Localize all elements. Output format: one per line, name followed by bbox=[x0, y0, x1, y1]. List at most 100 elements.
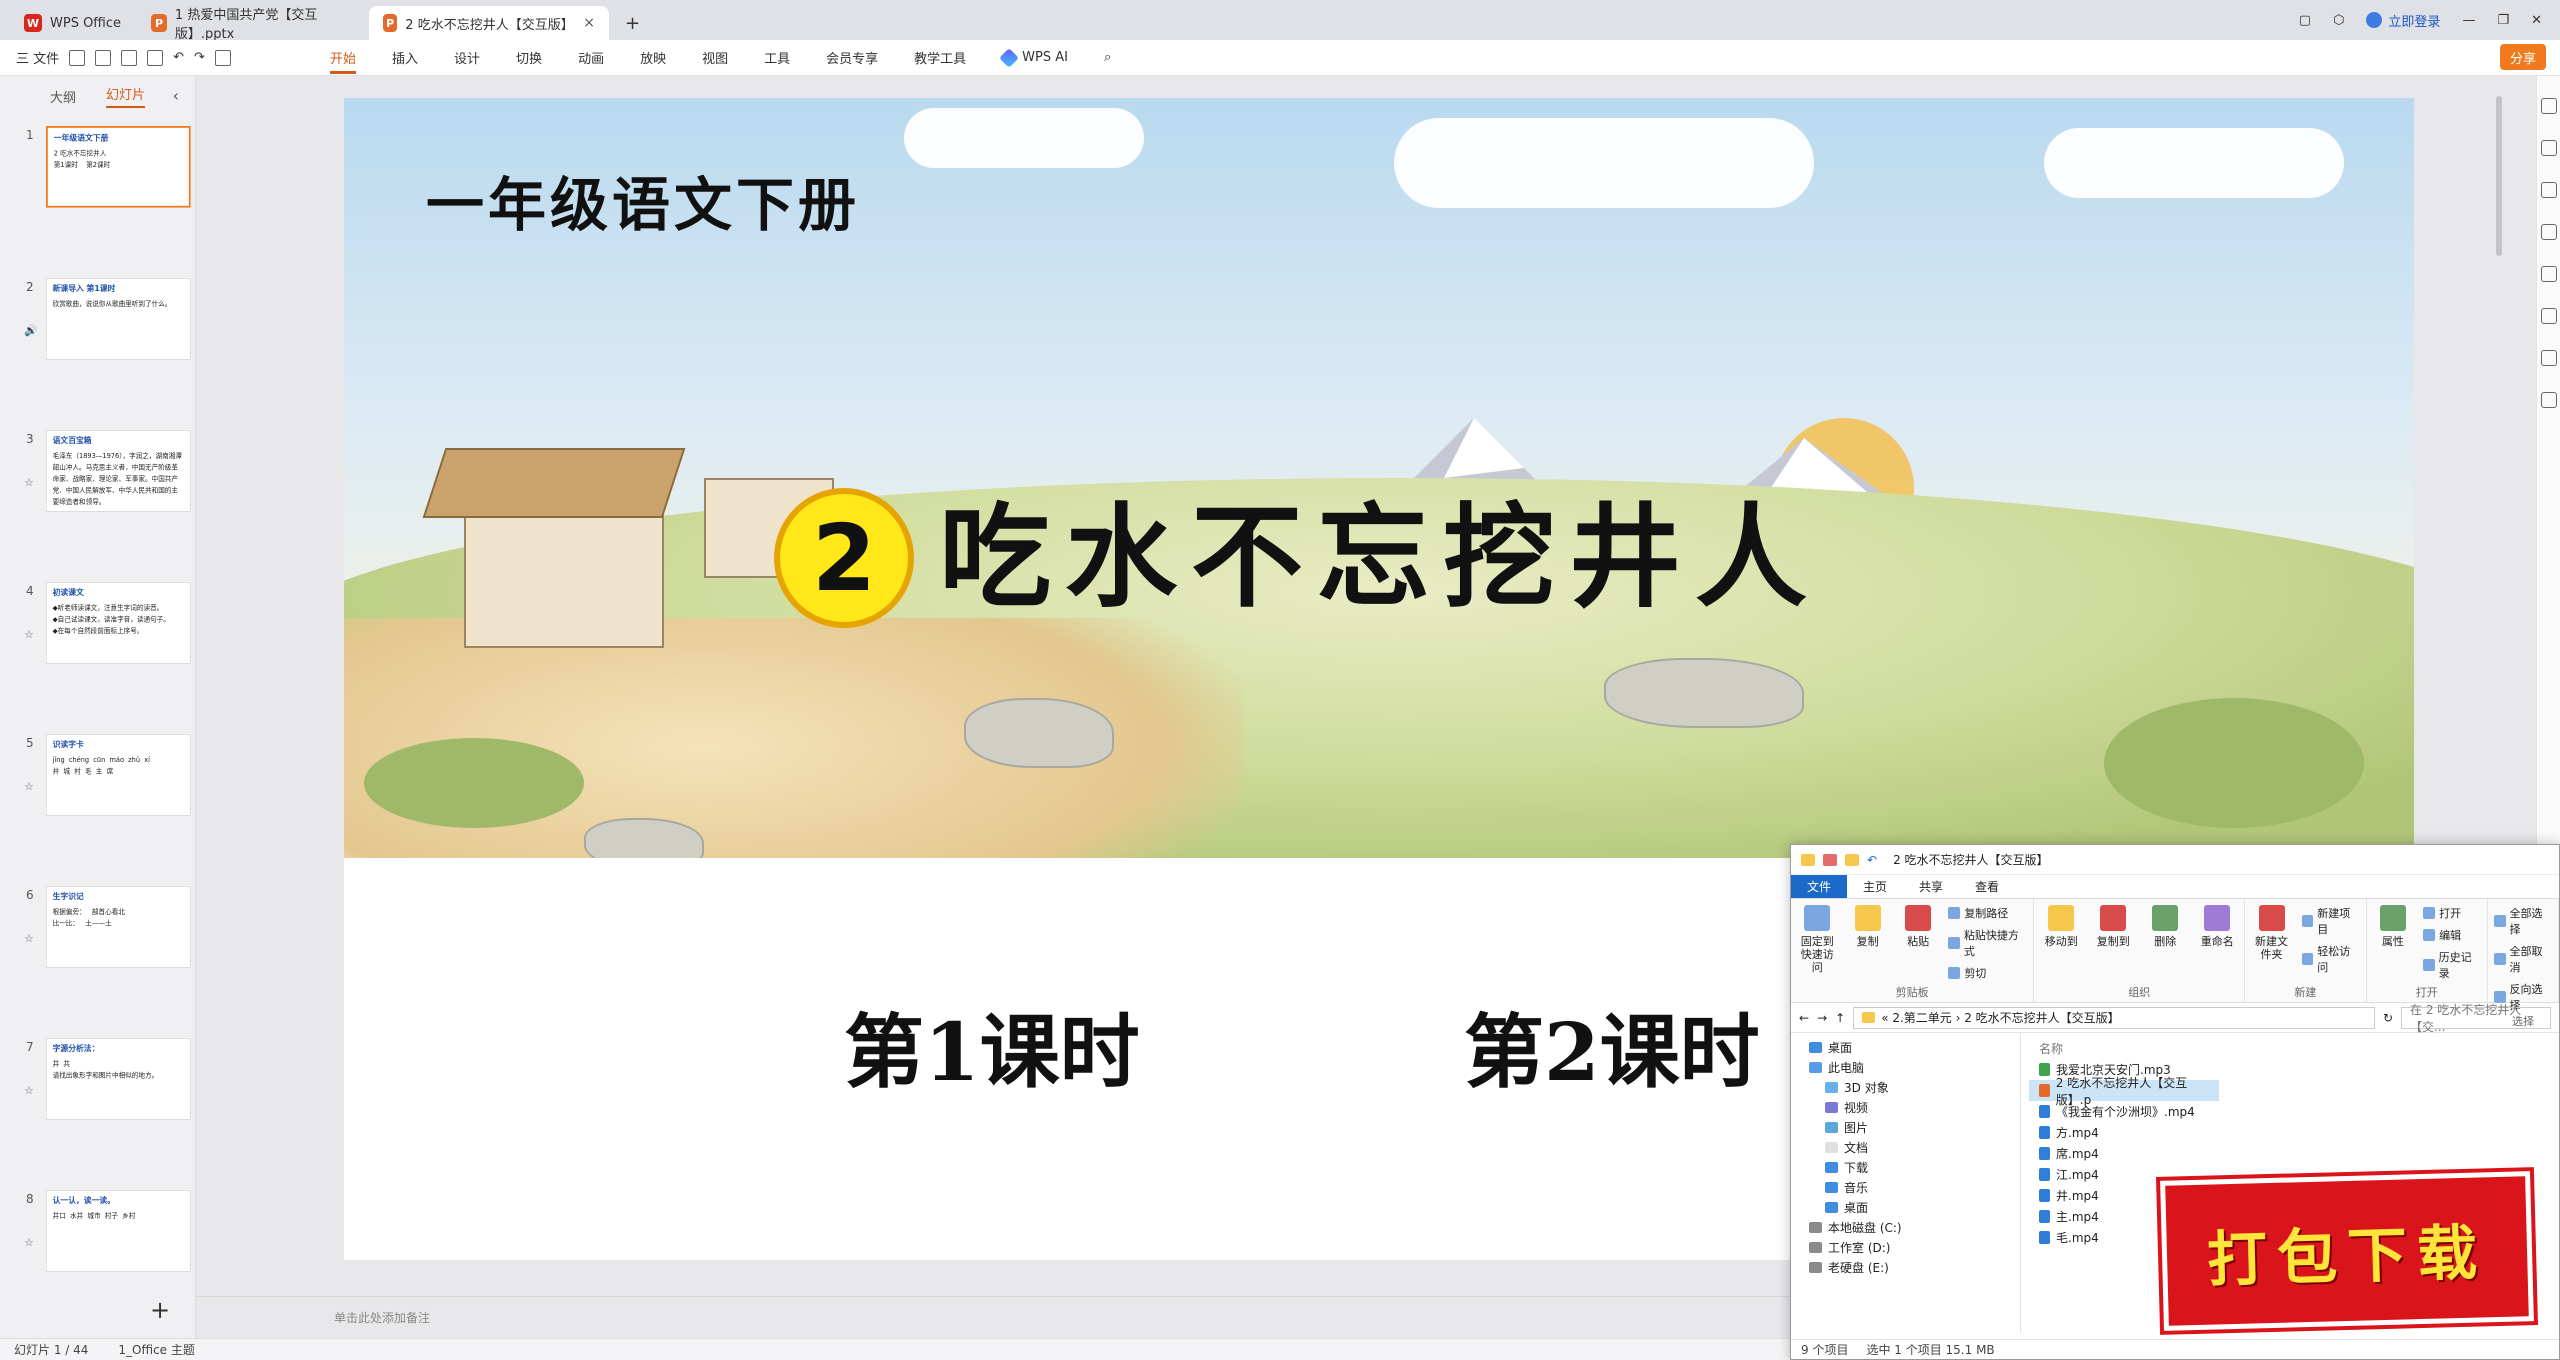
maximize-button[interactable]: ❐ bbox=[2497, 13, 2509, 28]
file-row[interactable]: 方.mp4 bbox=[2029, 1122, 2551, 1143]
ribbon-small-button[interactable]: 新建项目 bbox=[2301, 905, 2360, 937]
ribbon-button[interactable]: 复制 bbox=[1847, 905, 1887, 984]
slide-thumbnail-row[interactable]: 6 ☆ 生字识记 根据偏旁： 部首心看北 比一比： 土——土 bbox=[0, 886, 191, 1024]
ribbon-button[interactable]: 删除 bbox=[2144, 905, 2186, 984]
theme-name[interactable]: 1_Office 主题 bbox=[118, 1341, 194, 1358]
tab-home[interactable]: 主页 bbox=[1847, 875, 1903, 898]
grade-title[interactable]: 一年级语文下册 bbox=[426, 158, 860, 242]
tab-insert[interactable]: 插入 bbox=[392, 48, 418, 67]
new-folder-icon[interactable] bbox=[1845, 853, 1859, 866]
settings-icon[interactable] bbox=[2540, 98, 2557, 114]
nav-item[interactable]: 视频 bbox=[1791, 1097, 2020, 1117]
export-icon[interactable] bbox=[95, 49, 112, 66]
nav-item[interactable]: 3D 对象 bbox=[1791, 1077, 2020, 1097]
ribbon-small-button[interactable]: 编辑 bbox=[2423, 927, 2481, 943]
share-button[interactable]: 分享 bbox=[2499, 44, 2546, 70]
format-painter-icon[interactable] bbox=[214, 49, 231, 66]
tab-slides[interactable]: 幻灯片 bbox=[106, 84, 146, 108]
add-slide-button[interactable]: + bbox=[150, 1296, 170, 1324]
tab-file[interactable]: 文件 bbox=[1791, 875, 1848, 898]
copy-icon[interactable] bbox=[2540, 182, 2557, 198]
redo-icon[interactable]: ↷ bbox=[194, 50, 205, 65]
nav-item[interactable]: 文档 bbox=[1791, 1137, 2020, 1157]
path-field[interactable]: « 2.第二单元 › 2 吃水不忘挖井人【交互版】 bbox=[1853, 1006, 2375, 1029]
ribbon-small-button[interactable]: 打开 bbox=[2423, 905, 2481, 921]
slide-thumbnail[interactable]: 生字识记 根据偏旁： 部首心看北 比一比： 土——土 bbox=[46, 886, 191, 968]
tab-tools[interactable]: 工具 bbox=[764, 48, 790, 67]
tab-outline[interactable]: 大纲 bbox=[50, 87, 76, 106]
nav-item[interactable]: 本地磁盘 (C:) bbox=[1791, 1217, 2020, 1237]
download-package-stamp[interactable]: 打包下载 bbox=[2160, 1171, 2534, 1331]
nav-item[interactable]: 此电脑 bbox=[1791, 1057, 2020, 1077]
lesson-title[interactable]: 吃水不忘挖井人 bbox=[939, 488, 1821, 628]
properties-icon[interactable] bbox=[1823, 853, 1837, 866]
cube-icon[interactable]: ⬡ bbox=[2333, 13, 2344, 28]
ribbon-small-button[interactable]: 复制路径 bbox=[1948, 905, 2027, 921]
save-icon[interactable] bbox=[69, 49, 86, 66]
shape-icon[interactable] bbox=[2540, 266, 2557, 282]
ribbon-small-button[interactable]: 历史记录 bbox=[2423, 949, 2481, 981]
slide-thumbnail-row[interactable]: 3 ☆ 语文百宝箱 毛泽东（1893—1976），字润之，湖南湘潭韶山冲人。马克思主义… bbox=[0, 430, 191, 568]
ribbon-small-button[interactable]: 剪切 bbox=[1948, 965, 2027, 981]
more-icon[interactable] bbox=[2540, 392, 2557, 408]
slide-thumbnail-row[interactable]: 2 🔊 新课导入 第1课时 欣赏歌曲，说说你从歌曲里听到了什么。 bbox=[0, 278, 191, 416]
undo-icon[interactable]: ↶ bbox=[173, 50, 184, 65]
slide-thumbnail-row[interactable]: 1 一年级语文下册 2 吃水不忘挖井人 第1课时 第2课时 bbox=[0, 126, 191, 264]
undo-icon[interactable]: ↶ bbox=[1867, 853, 1877, 867]
star-icon[interactable] bbox=[2540, 140, 2557, 156]
tab-teaching-tools[interactable]: 教学工具 bbox=[914, 48, 966, 67]
pen-icon[interactable] bbox=[2540, 224, 2557, 240]
tab-member[interactable]: 会员专享 bbox=[826, 48, 878, 67]
ribbon-small-button[interactable]: 粘贴快捷方式 bbox=[1948, 927, 2027, 959]
preview-icon[interactable] bbox=[147, 49, 164, 66]
search-field[interactable]: 在 2 吃水不忘挖井人【交... bbox=[2401, 1003, 2551, 1034]
ribbon-button[interactable]: 重命名 bbox=[2196, 905, 2238, 984]
tab-document-2[interactable]: P 2 吃水不忘挖井人【交互版】.pptx × bbox=[369, 6, 610, 40]
print-icon[interactable] bbox=[121, 49, 138, 66]
up-icon[interactable]: ↑ bbox=[1835, 1011, 1845, 1025]
ribbon-button[interactable]: 移动到 bbox=[2040, 905, 2082, 984]
slide-thumbnail-row[interactable]: 7 ☆ 字源分析法： 井 共 请找出象形字和图片中相似的地方。 bbox=[0, 1038, 191, 1176]
nav-item[interactable]: 图片 bbox=[1791, 1117, 2020, 1137]
file-menu[interactable]: 三 文件 bbox=[16, 48, 59, 67]
ribbon-small-button[interactable]: 全部取消 bbox=[2493, 943, 2552, 975]
back-icon[interactable]: ← bbox=[1799, 1011, 1809, 1025]
nav-item[interactable]: 桌面 bbox=[1791, 1037, 2020, 1057]
layout-icon[interactable]: ▢ bbox=[2299, 13, 2311, 28]
nav-item[interactable]: 桌面 bbox=[1791, 1197, 2020, 1217]
slide-thumbnail[interactable]: 识读字卡 jǐng chéng cūn máo zhǔ xí 井 城 村 毛 主 … bbox=[46, 734, 191, 816]
minimize-button[interactable]: — bbox=[2462, 13, 2475, 28]
tab-view[interactable]: 视图 bbox=[702, 48, 728, 67]
slide-thumbnail[interactable]: 语文百宝箱 毛泽东（1893—1976），字润之，湖南湘潭韶山冲人。马克思主义者，… bbox=[46, 430, 191, 512]
help-icon[interactable] bbox=[2540, 350, 2557, 366]
ribbon-button[interactable]: 复制到 bbox=[2092, 905, 2134, 984]
ribbon-button[interactable]: 属性 bbox=[2373, 905, 2414, 984]
tab-view[interactable]: 查看 bbox=[1959, 875, 2015, 898]
ribbon-button[interactable]: 新建文件夹 bbox=[2251, 905, 2292, 984]
slide-thumbnail-row[interactable]: 4 ☆ 初读课文 ◆听老师读课文，注意生字词的读音。 ◆自己试读课文，读准字音，读通句… bbox=[0, 582, 191, 720]
close-window-button[interactable]: ✕ bbox=[2531, 13, 2542, 28]
tab-wps-office[interactable]: W WPS Office bbox=[10, 6, 135, 40]
slide-thumbnail[interactable]: 一年级语文下册 2 吃水不忘挖井人 第1课时 第2课时 bbox=[46, 126, 191, 208]
slide-thumbnail[interactable]: 新课导入 第1课时 欣赏歌曲，说说你从歌曲里听到了什么。 bbox=[46, 278, 191, 360]
ribbon-button[interactable]: 固定到快速访问 bbox=[1797, 905, 1837, 984]
file-row[interactable]: 《我金有个沙洲坝》.mp4 bbox=[2029, 1101, 2551, 1122]
tab-document-1[interactable]: P 1 热爱中国共产党【交互版】.pptx bbox=[137, 6, 367, 42]
ribbon-small-button[interactable]: 全部选择 bbox=[2493, 905, 2552, 937]
refresh-icon[interactable]: ↻ bbox=[2383, 1011, 2393, 1025]
scrollbar-thumb[interactable] bbox=[2496, 96, 2502, 256]
book-icon[interactable] bbox=[2540, 308, 2557, 324]
slide-thumbnail[interactable]: 认一认，读一读。 井口 水井 城市 村子 乡村 bbox=[46, 1190, 191, 1272]
nav-item[interactable]: 老硬盘 (E:) bbox=[1791, 1257, 2020, 1277]
collapse-panel-icon[interactable]: ‹ bbox=[173, 86, 179, 105]
ribbon-small-button[interactable]: 轻松访问 bbox=[2301, 943, 2360, 975]
wps-ai-button[interactable]: WPS AI bbox=[999, 47, 1068, 68]
new-tab-button[interactable]: + bbox=[611, 6, 654, 40]
file-row[interactable]: 2 吃水不忘挖井人【交互版】.p bbox=[2029, 1076, 2219, 1107]
period-1-button[interactable]: 第1课时 bbox=[844, 988, 1140, 1104]
search-icon[interactable]: ⌕ bbox=[1104, 50, 1111, 65]
slide-thumbnail[interactable]: 初读课文 ◆听老师读课文，注意生字词的读音。 ◆自己试读课文，读准字音，读通句子。… bbox=[46, 582, 191, 664]
tab-transitions[interactable]: 切换 bbox=[516, 48, 542, 67]
login-button[interactable]: 立即登录 bbox=[2366, 11, 2440, 30]
close-tab-icon[interactable]: × bbox=[583, 15, 595, 31]
